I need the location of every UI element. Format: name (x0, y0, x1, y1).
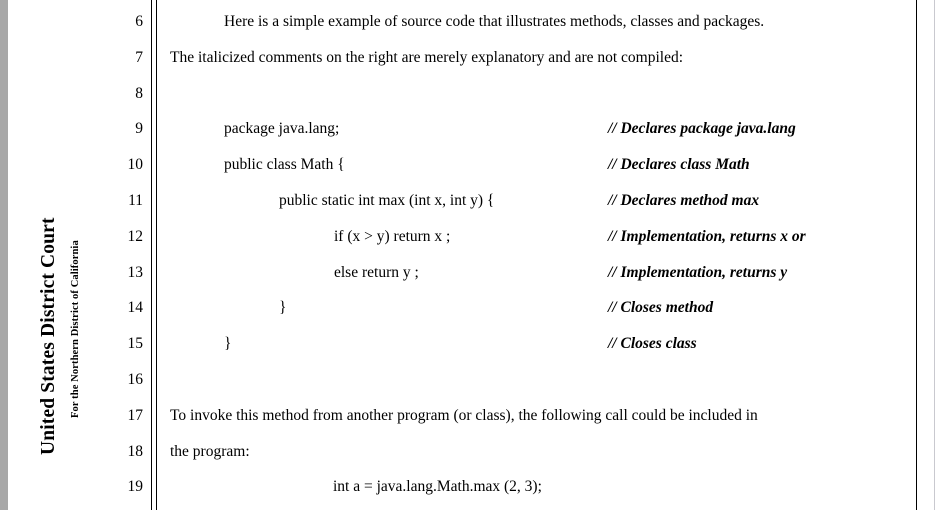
document-body: Here is a simple example of source code … (8, 0, 939, 510)
document-text-line: the program: (170, 442, 250, 460)
code-comment: // Declares class Math (608, 156, 750, 174)
code-comment: // Declares package java.lang (608, 120, 796, 138)
code-comment: // Closes method (608, 299, 714, 317)
document-text-line: else return y ; (334, 263, 419, 281)
document-page: United States District Court For the Nor… (8, 0, 934, 510)
document-text-line: } (224, 335, 232, 353)
document-text-line: To invoke this method from another progr… (170, 406, 758, 424)
document-text-line: The italicized comments on the right are… (170, 48, 684, 66)
document-text-line: public class Math { (224, 156, 345, 174)
document-text-line: } (279, 299, 287, 317)
document-text-line: if (x > y) return x ; (334, 227, 451, 245)
document-text-line: package java.lang; (224, 120, 340, 138)
page-edge-line (934, 0, 935, 510)
code-comment: // Declares method max (608, 192, 760, 209)
document-text-line: public static int max (int x, int y) { (279, 192, 495, 209)
document-text-line: Here is a simple example of source code … (224, 13, 765, 30)
code-comment: // Closes class (608, 335, 697, 353)
code-comment: // Implementation, returns x or (608, 227, 806, 245)
code-comment: // Implementation, returns y (608, 263, 788, 281)
viewer-left-gutter (0, 0, 8, 510)
document-text-line: int a = java.lang.Math.max (2, 3); (333, 478, 542, 496)
document-viewer: United States District Court For the Nor… (0, 0, 939, 510)
